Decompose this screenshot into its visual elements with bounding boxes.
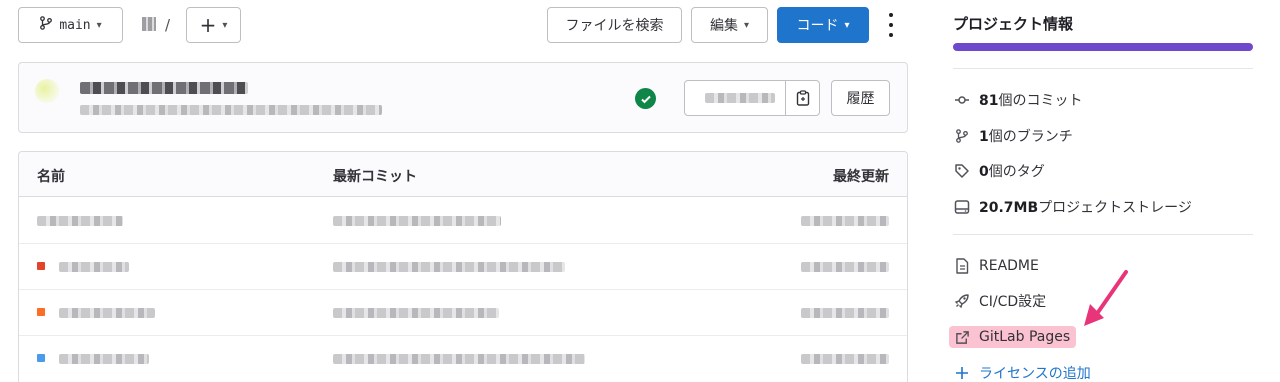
branch-icon — [39, 16, 53, 34]
file-name[interactable] — [59, 262, 129, 272]
update-time — [801, 262, 889, 272]
table-row[interactable] — [19, 290, 907, 336]
clipboard-icon — [796, 90, 810, 106]
pipeline-status-icon[interactable] — [635, 88, 656, 109]
chevron-down-icon: ▾ — [743, 19, 750, 31]
tags-count: 0 — [979, 164, 989, 180]
find-file-button[interactable]: ファイルを検索 — [547, 7, 682, 43]
commits-label: 個のコミット — [998, 93, 1083, 109]
commits-link[interactable]: 81個のコミット — [953, 89, 1082, 111]
commit-message[interactable] — [333, 262, 565, 272]
add-license-link[interactable]: ライセンスの追加 — [953, 362, 1091, 382]
table-row[interactable] — [19, 198, 907, 244]
gitlab-pages-link[interactable]: GitLab Pages — [949, 326, 1077, 348]
plus-icon — [953, 364, 971, 382]
commits-count: 81 — [979, 93, 999, 109]
file-name[interactable] — [59, 354, 149, 364]
copy-sha-button[interactable] — [785, 81, 820, 115]
author-avatar[interactable] — [35, 79, 59, 103]
edit-button[interactable]: 編集 ▾ — [691, 7, 768, 43]
code-label: コード — [796, 18, 839, 34]
branch-name: main — [59, 17, 91, 33]
commit-meta — [80, 105, 382, 115]
storage-label: プロジェクトストレージ — [1038, 200, 1192, 216]
readme-label: README — [979, 258, 1039, 274]
branches-label: 個のブランチ — [988, 129, 1073, 145]
storage-size: 20.7MB — [979, 200, 1039, 216]
plus-icon: + — [199, 13, 217, 37]
col-last-commit-header: 最新コミット — [333, 169, 417, 185]
file-name[interactable] — [59, 308, 155, 318]
update-time — [801, 216, 889, 226]
file-icon — [953, 257, 971, 275]
file-icon — [37, 308, 45, 316]
chevron-down-icon: ▾ — [96, 19, 102, 31]
commit-message[interactable] — [333, 354, 585, 364]
language-progress-bar — [953, 43, 1253, 51]
cicd-settings-link[interactable]: CI/CD設定 — [953, 290, 1046, 312]
commit-sha-group — [684, 80, 820, 116]
add-to-tree-button[interactable]: + ▾ — [186, 7, 241, 43]
readme-link[interactable]: README — [953, 255, 1039, 277]
update-time — [801, 354, 889, 364]
external-link-icon — [953, 328, 971, 346]
col-name-header: 名前 — [37, 169, 65, 185]
more-actions-icon[interactable] — [884, 13, 898, 37]
file-tree-table: 名前 最新コミット 最終更新 — [18, 151, 908, 382]
project-path-crumb[interactable] — [142, 17, 156, 31]
table-row[interactable] — [19, 244, 907, 290]
branch-icon — [953, 127, 971, 145]
update-time — [801, 308, 889, 318]
commit-icon — [953, 91, 971, 109]
history-button[interactable]: 履歴 — [831, 80, 890, 116]
tags-label: 個のタグ — [988, 164, 1045, 180]
file-icon — [37, 354, 45, 362]
commit-message[interactable] — [333, 308, 499, 318]
rocket-icon — [953, 292, 971, 310]
branch-selector[interactable]: main ▾ — [18, 7, 123, 43]
storage-icon — [953, 198, 971, 216]
path-separator: / — [165, 16, 171, 34]
annotation-arrow-icon — [1084, 270, 1128, 326]
commit-title[interactable] — [80, 82, 248, 94]
add-license-label: ライセンスの追加 — [979, 366, 1091, 382]
find-file-label: ファイルを検索 — [565, 18, 664, 34]
divider — [953, 234, 1253, 235]
code-button[interactable]: コード ▾ — [777, 7, 869, 43]
branches-link[interactable]: 1個のブランチ — [953, 125, 1073, 147]
edit-label: 編集 — [709, 18, 738, 34]
gitlab-pages-label: GitLab Pages — [979, 329, 1071, 345]
table-header: 名前 最新コミット 最終更新 — [19, 152, 907, 197]
cicd-settings-label: CI/CD設定 — [979, 294, 1047, 310]
col-last-update-header: 最終更新 — [833, 169, 889, 185]
tag-icon — [953, 162, 971, 180]
file-name[interactable] — [37, 216, 123, 226]
commit-message[interactable] — [333, 216, 501, 226]
file-icon — [37, 262, 45, 270]
chevron-down-icon: ▾ — [222, 19, 228, 31]
history-label: 履歴 — [846, 91, 875, 107]
chevron-down-icon: ▾ — [844, 19, 850, 31]
storage-link[interactable]: 20.7MBプロジェクトストレージ — [953, 196, 1192, 218]
commit-sha[interactable] — [705, 93, 775, 103]
branches-count: 1 — [979, 129, 989, 145]
divider — [953, 68, 1253, 69]
project-info-title: プロジェクト情報 — [953, 15, 1074, 33]
table-row[interactable] — [19, 336, 907, 382]
last-commit-card: 履歴 — [18, 62, 908, 133]
tags-link[interactable]: 0個のタグ — [953, 160, 1045, 182]
